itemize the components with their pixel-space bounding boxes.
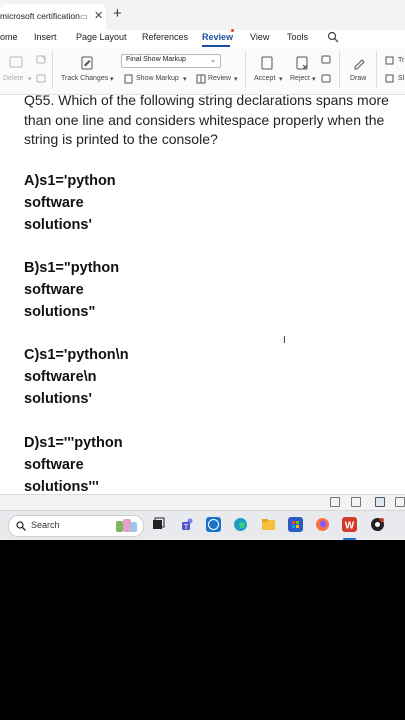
tab-title: microsoft certification [0, 11, 80, 21]
translate-icon[interactable] [385, 56, 395, 66]
firefox-icon[interactable] [315, 517, 330, 532]
accept-button[interactable]: Accept [254, 75, 275, 82]
accept-dropdown-icon[interactable]: ▾ [279, 75, 283, 83]
document-body[interactable]: Q55. Which of the following string decla… [0, 95, 405, 494]
dell-icon[interactable] [206, 517, 221, 532]
review-pane-button[interactable]: Review [208, 75, 231, 82]
search-icon [16, 521, 26, 531]
tab-tools[interactable]: Tools [287, 32, 308, 42]
track-changes-icon[interactable] [80, 56, 94, 70]
pen-icon[interactable] [352, 56, 366, 70]
delete-button[interactable]: Delete [3, 75, 23, 82]
next-comment-icon[interactable] [36, 74, 47, 85]
taskbar-search[interactable]: Search [8, 515, 144, 537]
menu-bar: ome Insert Page Layout References Review… [0, 29, 405, 48]
ribbon-divider [339, 52, 340, 88]
web-layout-icon[interactable] [351, 497, 361, 507]
wps-office-icon[interactable]: W [342, 517, 357, 532]
svg-text:W: W [345, 521, 355, 532]
outline-view-icon[interactable] [395, 497, 405, 507]
tab-page-layout[interactable]: Page Layout [76, 32, 127, 42]
draw-button[interactable]: Draw [350, 75, 366, 82]
next-change-icon[interactable] [321, 74, 332, 85]
show-markup-dropdown-icon[interactable]: ▾ [183, 75, 187, 83]
text-cursor-icon: I [283, 335, 286, 346]
reject-icon[interactable] [295, 56, 309, 70]
slide-button[interactable]: Sl [398, 75, 404, 82]
browser-tab-bar: microsoft certification ▭ ✕ + [0, 0, 405, 30]
tab-review[interactable]: Review [202, 32, 233, 42]
screen: microsoft certification ▭ ✕ + ome Insert… [0, 0, 405, 540]
review-pane-dropdown-icon[interactable]: ▾ [234, 75, 238, 83]
print-layout-icon[interactable] [375, 497, 385, 507]
show-markup-button[interactable]: Show Markup [136, 75, 179, 82]
review-pane-icon [196, 74, 206, 84]
ribbon-divider [52, 52, 53, 88]
translate-button[interactable]: Tr [398, 57, 404, 64]
track-changes-button[interactable]: Track Changes [61, 75, 108, 82]
markup-select[interactable]: Final Show Markup ⌄ [121, 54, 221, 68]
reject-dropdown-icon[interactable]: ▾ [312, 75, 316, 83]
focus-mode-icon[interactable] [330, 497, 340, 507]
close-icon[interactable]: ✕ [94, 9, 103, 22]
reject-button[interactable]: Reject [290, 75, 310, 82]
previous-change-icon[interactable] [321, 55, 332, 66]
option-c: C)s1='python\n software\n solutions' [24, 347, 129, 407]
ribbon-divider [245, 52, 246, 88]
markup-select-value: Final Show Markup [126, 56, 186, 63]
tab-insert[interactable]: Insert [34, 32, 57, 42]
slide-icon[interactable] [385, 74, 395, 84]
notification-dot [231, 29, 234, 32]
tab-view[interactable]: View [250, 32, 269, 42]
status-bar [0, 494, 405, 510]
tab-references[interactable]: References [142, 32, 188, 42]
ribbon-toolbar: Delete ▾ Track Changes ▾ Final Show Mark… [0, 48, 405, 95]
option-b: B)s1="python software solutions" [24, 260, 120, 320]
taskbar: Search T W [0, 510, 405, 540]
tab-home[interactable]: ome [0, 32, 18, 42]
active-tab-indicator [202, 45, 230, 47]
file-explorer-icon[interactable] [261, 517, 276, 532]
option-d: D)s1='''python software solutions''' [24, 435, 123, 494]
svg-text:T: T [184, 524, 189, 531]
delete-dropdown-icon[interactable]: ▾ [28, 75, 32, 83]
search-label: Search [31, 520, 60, 530]
teams-icon[interactable]: T [180, 517, 195, 532]
active-app-indicator [343, 538, 356, 540]
search-highlight-icon [116, 519, 137, 532]
accept-icon[interactable] [260, 56, 274, 70]
monitor-icon: ▭ [80, 12, 88, 21]
option-a: A)s1='python software solutions' [24, 173, 116, 233]
question-text: Q55. Which of the following string decla… [24, 95, 389, 147]
edge-icon[interactable] [233, 517, 248, 532]
new-tab-button[interactable]: + [113, 5, 122, 22]
store-icon[interactable] [288, 517, 303, 532]
new-comment-icon[interactable] [9, 56, 23, 70]
show-markup-icon [124, 74, 133, 84]
previous-comment-icon[interactable] [36, 55, 47, 66]
task-view-icon[interactable] [151, 517, 166, 532]
browser-tab[interactable]: microsoft certification ▭ ✕ [0, 4, 106, 30]
track-changes-dropdown-icon[interactable]: ▾ [110, 75, 114, 83]
search-icon[interactable] [327, 31, 339, 43]
chevron-down-icon: ⌄ [210, 57, 216, 64]
obs-icon[interactable] [370, 517, 385, 532]
ribbon-divider [376, 52, 377, 88]
